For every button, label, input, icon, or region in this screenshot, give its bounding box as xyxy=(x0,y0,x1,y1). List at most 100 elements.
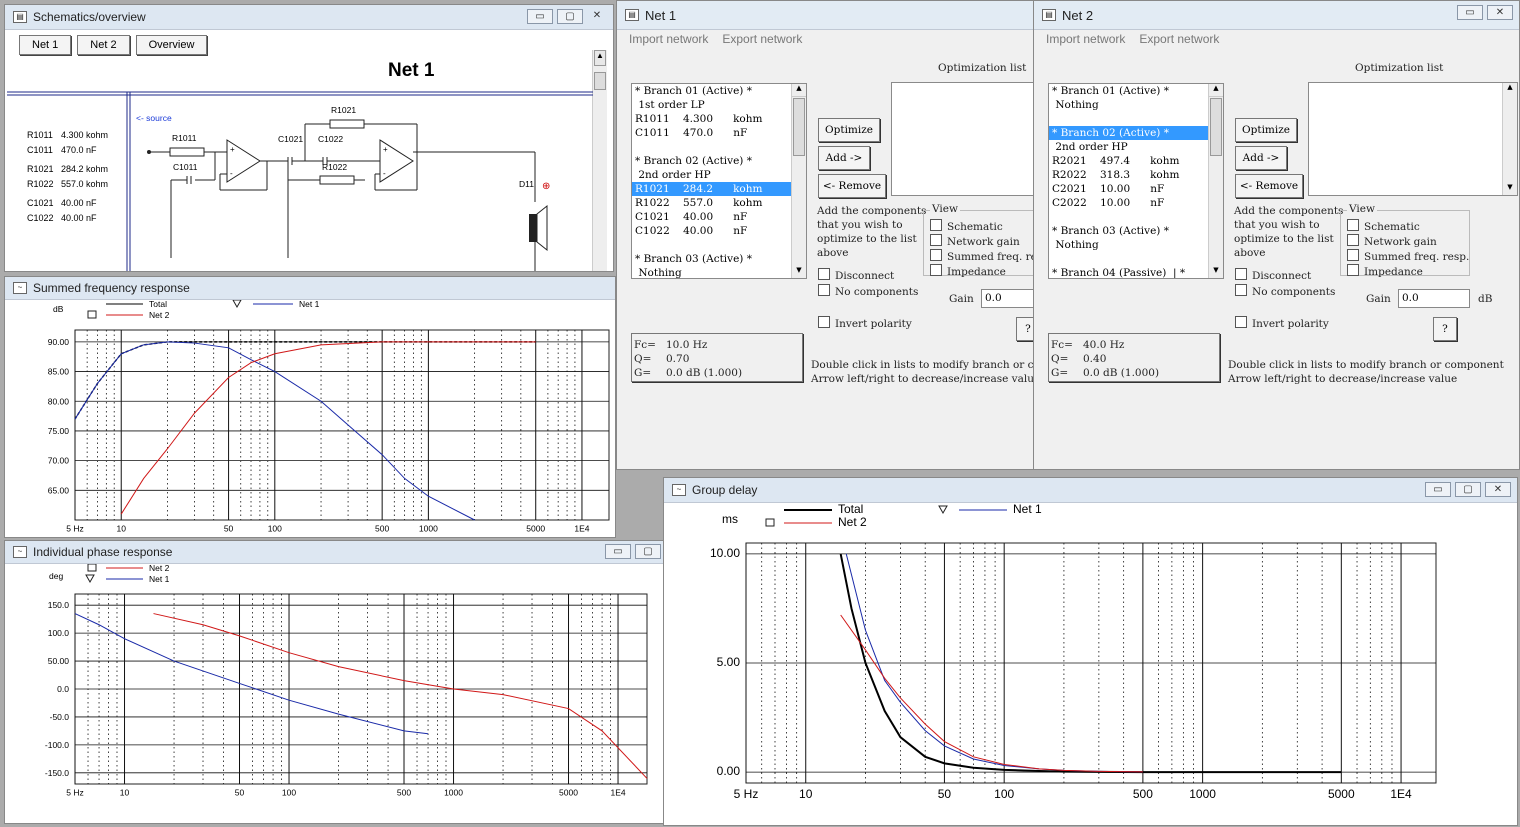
help-button[interactable]: ? xyxy=(1016,317,1033,341)
view-summed-option[interactable]: Summed freq. resp. xyxy=(930,249,1033,264)
checkbox-icon[interactable] xyxy=(1347,249,1359,261)
checkbox-icon[interactable] xyxy=(930,219,942,231)
branch-header[interactable]: * Branch 01 (Active) * xyxy=(1049,84,1223,98)
view-impedance-option[interactable]: Impedance xyxy=(1347,264,1469,279)
branch-row[interactable] xyxy=(1049,210,1223,224)
close-button[interactable]: ✕ xyxy=(1487,5,1513,20)
export-network-menu[interactable]: Export network xyxy=(722,32,802,46)
branch-header[interactable]: * Branch 03 (Active) * xyxy=(632,252,806,266)
no-components-checkbox[interactable]: No components xyxy=(1235,284,1335,298)
scroll-down-icon[interactable]: ▼ xyxy=(792,266,806,278)
schematics-titlebar[interactable]: ▤ Schematics/overview ▭ ▢ ✕ xyxy=(5,5,613,30)
branch-row[interactable]: C1021 40.00 nF xyxy=(632,210,806,224)
gain-input[interactable]: 0.0 xyxy=(1398,289,1470,308)
scroll-down-icon[interactable]: ▼ xyxy=(1209,266,1223,278)
branch-row[interactable]: 2nd order HP xyxy=(632,168,806,182)
net-titlebar[interactable]: ▤ Net 1 ▭ ✕ xyxy=(617,1,1033,30)
close-button[interactable]: ✕ xyxy=(587,9,607,24)
phase-titlebar[interactable]: ~ Individual phase response ▭ ▢ xyxy=(5,541,663,564)
branch-row[interactable]: 1st order LP xyxy=(632,98,806,112)
branch-row[interactable]: Nothing xyxy=(632,266,806,278)
add-button[interactable]: Add -> xyxy=(818,146,870,170)
checkbox-icon[interactable] xyxy=(1347,264,1359,276)
no-components-checkbox[interactable]: No components xyxy=(818,284,918,298)
branch-header[interactable]: * Branch 01 (Active) * xyxy=(632,84,806,98)
delay-titlebar[interactable]: ~ Group delay ▭ ▢ ✕ xyxy=(664,478,1517,503)
branch-list[interactable]: * Branch 01 (Active) * Nothing * Branch 0… xyxy=(1048,83,1224,279)
branch-row[interactable]: C1011 470.0 nF xyxy=(632,126,806,140)
invert-polarity-checkbox[interactable]: Invert polarity xyxy=(818,316,912,330)
view-schematic-option[interactable]: Schematic xyxy=(930,219,1033,234)
view-summed-option[interactable]: Summed freq. resp. xyxy=(1347,249,1469,264)
view-schematic-option[interactable]: Schematic xyxy=(1347,219,1469,234)
checkbox-icon[interactable] xyxy=(1235,316,1247,328)
minimize-button[interactable]: ▭ xyxy=(1425,482,1451,497)
checkbox-icon[interactable] xyxy=(818,316,830,328)
maximize-button[interactable]: ▢ xyxy=(557,9,583,24)
checkbox-icon[interactable] xyxy=(930,264,942,276)
import-network-menu[interactable]: Import network xyxy=(629,32,708,46)
branch-row[interactable]: R1011 4.300 kohm xyxy=(632,112,806,126)
remove-button[interactable]: <- Remove xyxy=(1235,174,1303,198)
branch-header[interactable]: * Branch 02 (Active) * xyxy=(632,154,806,168)
checkbox-icon[interactable] xyxy=(930,249,942,261)
branch-row[interactable] xyxy=(632,140,806,154)
branch-row[interactable] xyxy=(1049,112,1223,126)
checkbox-icon[interactable] xyxy=(1347,219,1359,231)
gain-input[interactable]: 0.0 xyxy=(981,289,1033,308)
optimize-button[interactable]: Optimize xyxy=(1235,118,1297,142)
branch-row[interactable]: C1022 40.00 nF xyxy=(632,224,806,238)
branch-row[interactable] xyxy=(632,238,806,252)
scroll-thumb[interactable] xyxy=(793,98,805,156)
net-titlebar[interactable]: ▤ Net 2 ▭ ✕ xyxy=(1034,1,1519,30)
export-network-menu[interactable]: Export network xyxy=(1139,32,1219,46)
disconnect-checkbox[interactable]: Disconnect xyxy=(1235,268,1311,282)
branch-row[interactable]: R1021 284.2 kohm xyxy=(632,182,792,196)
scroll-down-icon[interactable]: ▼ xyxy=(1503,183,1517,195)
help-button[interactable]: ? xyxy=(1433,317,1457,341)
scroll-up-icon[interactable]: ▲ xyxy=(1209,84,1223,97)
branch-row[interactable]: Nothing xyxy=(1049,98,1223,112)
optimization-list[interactable]: ▲ ▼ xyxy=(1308,82,1518,196)
branch-row[interactable]: C2021 10.00 nF xyxy=(1049,182,1223,196)
disconnect-checkbox[interactable]: Disconnect xyxy=(818,268,894,282)
branch-row[interactable]: C2022 10.00 nF xyxy=(1049,196,1223,210)
import-network-menu[interactable]: Import network xyxy=(1046,32,1125,46)
checkbox-icon[interactable] xyxy=(818,284,830,296)
branch-list-scrollbar[interactable]: ▲ ▼ xyxy=(791,84,806,278)
view-network-gain-option[interactable]: Network gain xyxy=(1347,234,1469,249)
branch-header[interactable]: * Branch 03 (Active) * xyxy=(1049,224,1223,238)
scroll-thumb[interactable] xyxy=(1210,98,1222,156)
maximize-button[interactable]: ▢ xyxy=(1455,482,1481,497)
freq-titlebar[interactable]: ~ Summed frequency response xyxy=(5,277,615,300)
invert-polarity-checkbox[interactable]: Invert polarity xyxy=(1235,316,1329,330)
branch-row[interactable] xyxy=(1049,252,1223,266)
optimize-button[interactable]: Optimize xyxy=(818,118,880,142)
checkbox-icon[interactable] xyxy=(1347,234,1359,246)
branch-row[interactable]: 2nd order HP xyxy=(1049,140,1223,154)
branch-row[interactable]: R2022 318.3 kohm xyxy=(1049,168,1223,182)
close-button[interactable]: ✕ xyxy=(1485,482,1511,497)
view-network-gain-option[interactable]: Network gain xyxy=(930,234,1033,249)
view-impedance-option[interactable]: Impedance xyxy=(930,264,1033,279)
minimize-button[interactable]: ▭ xyxy=(1457,5,1483,20)
add-button[interactable]: Add -> xyxy=(1235,146,1287,170)
scroll-thumb[interactable] xyxy=(594,72,606,90)
optimization-list[interactable]: ▲ ▼ xyxy=(891,82,1033,196)
branch-header[interactable]: * Branch 04 (Passive) | * xyxy=(1049,266,1223,278)
opt-list-scrollbar[interactable]: ▲ ▼ xyxy=(1502,83,1517,195)
checkbox-icon[interactable] xyxy=(818,268,830,280)
minimize-button[interactable]: ▭ xyxy=(527,9,553,24)
branch-list-scrollbar[interactable]: ▲ ▼ xyxy=(1208,84,1223,278)
remove-button[interactable]: <- Remove xyxy=(818,174,886,198)
checkbox-icon[interactable] xyxy=(1235,268,1247,280)
scroll-up-icon[interactable]: ▲ xyxy=(594,50,606,66)
checkbox-icon[interactable] xyxy=(1235,284,1247,296)
minimize-button[interactable]: ▭ xyxy=(605,544,631,559)
checkbox-icon[interactable] xyxy=(930,234,942,246)
branch-row[interactable]: R2021 497.4 kohm xyxy=(1049,154,1223,168)
branch-row[interactable]: Nothing xyxy=(1049,238,1223,252)
branch-row[interactable]: R1022 557.0 kohm xyxy=(632,196,806,210)
scroll-up-icon[interactable]: ▲ xyxy=(1503,83,1517,95)
maximize-button[interactable]: ▢ xyxy=(635,544,661,559)
